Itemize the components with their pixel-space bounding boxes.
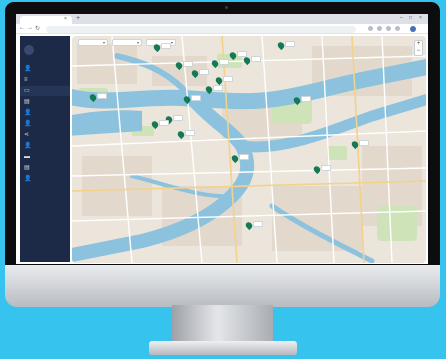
map-marker-label bbox=[219, 59, 229, 65]
sidebar-item[interactable]: 👤 bbox=[20, 119, 70, 129]
map-marker-label bbox=[359, 140, 369, 146]
map-marker-label bbox=[301, 96, 311, 102]
map-icon: ▭ bbox=[24, 88, 30, 94]
sidebar-item[interactable]: 👤 bbox=[20, 174, 70, 184]
profile-avatar[interactable] bbox=[410, 26, 416, 32]
maximize-icon[interactable]: □ bbox=[409, 15, 412, 21]
reload-icon[interactable]: ↻ bbox=[35, 25, 40, 32]
monitor-base bbox=[149, 341, 297, 355]
map-marker-label bbox=[161, 43, 171, 49]
map-marker-label bbox=[253, 221, 263, 227]
map-marker-label bbox=[251, 56, 261, 62]
zoom-out-button[interactable]: − bbox=[415, 48, 422, 55]
list-icon: ≡ bbox=[24, 77, 28, 83]
zoom-control: + − bbox=[414, 40, 423, 56]
zoom-in-button[interactable]: + bbox=[415, 41, 422, 48]
sidebar-item[interactable]: 👤 bbox=[20, 141, 70, 151]
map-marker-label bbox=[159, 120, 169, 126]
close-tab-icon[interactable]: × bbox=[64, 16, 67, 22]
forward-icon[interactable]: → bbox=[27, 25, 33, 31]
map-marker-label bbox=[185, 130, 195, 136]
address-bar[interactable] bbox=[46, 26, 356, 33]
map-marker-label bbox=[321, 165, 331, 171]
extension-icon[interactable] bbox=[386, 26, 391, 31]
user-icon: 👤 bbox=[24, 110, 32, 116]
user-icon: 👤 bbox=[24, 66, 32, 72]
sidebar-item[interactable]: 👤 bbox=[20, 108, 70, 118]
app-title bbox=[38, 47, 64, 53]
map-marker-label bbox=[223, 76, 233, 82]
map-marker-label bbox=[199, 69, 209, 75]
map-marker-label bbox=[183, 61, 193, 67]
sidebar-item[interactable]: ⋖ bbox=[20, 130, 70, 140]
screen: × + – □ × ← → ↻ 👤 ≡ ▭ ▤ 👤 👤 ⋖ 👤 ▬ ▤ 👤 ▾ … bbox=[16, 14, 428, 264]
sidebar-item[interactable]: ▤ bbox=[20, 163, 70, 173]
extension-icon[interactable] bbox=[377, 26, 382, 31]
chevron-down-icon: ▾ bbox=[102, 40, 105, 45]
monitor-chin bbox=[5, 265, 440, 307]
sidebar-item[interactable]: 👤 bbox=[20, 64, 70, 74]
map-marker-label bbox=[191, 95, 201, 101]
layers-icon: ▤ bbox=[24, 99, 30, 105]
window-close-icon[interactable]: × bbox=[419, 15, 422, 21]
sidebar-item[interactable]: ▬ bbox=[20, 152, 70, 162]
camera-icon bbox=[225, 6, 228, 9]
map-marker-label bbox=[239, 154, 249, 160]
map-marker-label bbox=[285, 41, 295, 47]
minimize-icon[interactable]: – bbox=[400, 15, 403, 21]
extension-icon[interactable] bbox=[368, 26, 373, 31]
filter-dropdown[interactable]: ▾ bbox=[112, 39, 142, 46]
back-icon[interactable]: ← bbox=[19, 25, 25, 31]
filter-dropdown[interactable]: ▾ bbox=[78, 39, 108, 46]
map-marker-label bbox=[173, 115, 183, 121]
bookmark-icon[interactable] bbox=[395, 26, 400, 31]
chevron-down-icon: ▾ bbox=[136, 40, 139, 45]
map-marker-label bbox=[97, 93, 107, 99]
app-logo bbox=[24, 45, 34, 55]
share-icon: ⋖ bbox=[24, 132, 30, 138]
new-tab-button[interactable]: + bbox=[76, 15, 80, 22]
sidebar-item[interactable]: ▤ bbox=[20, 97, 70, 107]
sidebar-item[interactable]: ▭ bbox=[20, 86, 70, 96]
map-marker-label bbox=[213, 85, 223, 91]
user-icon: 👤 bbox=[24, 121, 32, 127]
sidebar-item[interactable]: ≡ bbox=[20, 75, 70, 85]
chevron-down-icon: ▾ bbox=[170, 40, 173, 45]
chart-icon: ▬ bbox=[24, 154, 30, 160]
user-icon: 👤 bbox=[24, 176, 32, 182]
user-icon: 👤 bbox=[24, 143, 32, 149]
document-icon: ▤ bbox=[24, 165, 30, 171]
